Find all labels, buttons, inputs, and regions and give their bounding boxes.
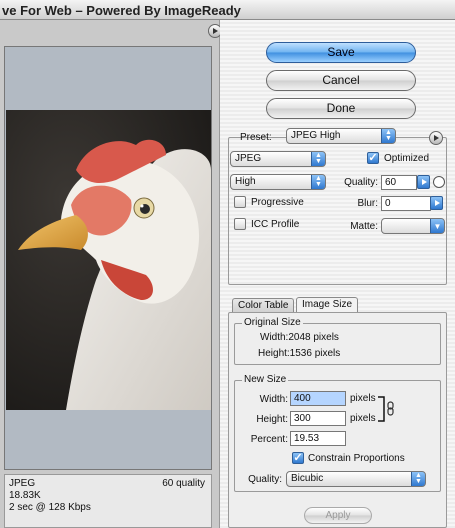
optimized-label: Optimized [384, 153, 430, 164]
progressive-checkbox[interactable] [234, 196, 246, 208]
chicken-image [6, 110, 211, 410]
tab-color-table[interactable]: Color Table [232, 298, 295, 313]
preview-canvas[interactable] [4, 46, 212, 470]
icc-profile-label: ICC Profile [251, 219, 300, 230]
quality-mask-icon[interactable] [433, 176, 445, 188]
arrow-right-icon [421, 179, 427, 185]
link-chain-icon [378, 396, 394, 422]
percent-label: Percent: [250, 434, 288, 445]
stepper-arrows-icon: ▲ ▼ [381, 129, 395, 143]
height-input[interactable]: 300 [290, 411, 346, 426]
original-size-title: Original Size [242, 317, 303, 328]
quality-input[interactable]: 60 [381, 175, 417, 190]
title-bar: ve For Web – Powered By ImageReady [0, 0, 455, 20]
settings-menu-button[interactable] [429, 131, 443, 145]
resample-quality-select[interactable]: Bicubic ▲ ▼ [286, 471, 426, 487]
resample-quality-value: Bicubic [291, 473, 324, 484]
save-button[interactable]: Save [266, 42, 416, 63]
progressive-label: Progressive [251, 197, 304, 208]
resample-quality-label: Quality: [248, 474, 282, 485]
blur-input[interactable]: 0 [381, 196, 431, 211]
matte-select[interactable]: ▼ [381, 218, 445, 234]
blur-label: Blur: [357, 198, 378, 209]
original-height: Height:1536 pixels [258, 348, 341, 359]
optimization-info: JPEG 18.83K 2 sec @ 128 Kbps 60 quality [4, 474, 212, 528]
info-file-size: 18.83K [9, 490, 41, 501]
format-value: JPEG [235, 153, 262, 164]
optimized-checkbox[interactable]: ✓ [367, 152, 379, 164]
format-select[interactable]: JPEG ▲ ▼ [230, 151, 326, 167]
width-input[interactable]: 400 [290, 391, 346, 406]
constrain-proportions-label: Constrain Proportions [308, 453, 405, 464]
height-label: Height: [256, 414, 288, 425]
preset-select[interactable]: JPEG High ▲ ▼ [286, 128, 396, 144]
quality-label: Quality: [344, 177, 378, 188]
arrow-right-icon [213, 28, 218, 34]
done-button[interactable]: Done [266, 98, 416, 119]
compression-select[interactable]: High ▲ ▼ [230, 174, 326, 190]
preset-value: JPEG High [291, 130, 341, 141]
window-title: ve For Web – Powered By ImageReady [2, 3, 241, 18]
apply-button[interactable]: Apply [304, 507, 372, 524]
info-quality: 60 quality [162, 478, 205, 489]
new-size-title: New Size [242, 374, 289, 385]
chicken-photo [6, 110, 211, 410]
stepper-arrows-icon: ▲ ▼ [311, 175, 325, 189]
original-width: Width:2048 pixels [260, 332, 339, 343]
matte-label: Matte: [350, 221, 378, 232]
arrow-right-icon [434, 135, 439, 141]
info-download-time: 2 sec @ 128 Kbps [9, 502, 91, 513]
chevron-down-icon: ▼ [430, 219, 444, 233]
cancel-button[interactable]: Cancel [266, 70, 416, 91]
stepper-arrows-icon: ▲ ▼ [411, 472, 425, 486]
preset-label: Preset: [240, 132, 272, 143]
icc-profile-checkbox[interactable] [234, 218, 246, 230]
quality-slider-button[interactable] [417, 175, 430, 189]
constrain-proportions-checkbox[interactable]: ✓ [292, 452, 304, 464]
width-label: Width: [259, 394, 288, 405]
width-unit: pixels [350, 393, 376, 404]
stepper-arrows-icon: ▲ ▼ [311, 152, 325, 166]
arrow-right-icon [434, 200, 440, 206]
height-unit: pixels [350, 413, 376, 424]
settings-pane: Save Cancel Done Preset: JPEG High ▲ ▼ JP… [220, 20, 455, 528]
blur-slider-button[interactable] [430, 196, 443, 210]
compression-value: High [235, 176, 256, 187]
percent-input[interactable]: 19.53 [290, 431, 346, 446]
tab-image-size[interactable]: Image Size [296, 297, 359, 313]
